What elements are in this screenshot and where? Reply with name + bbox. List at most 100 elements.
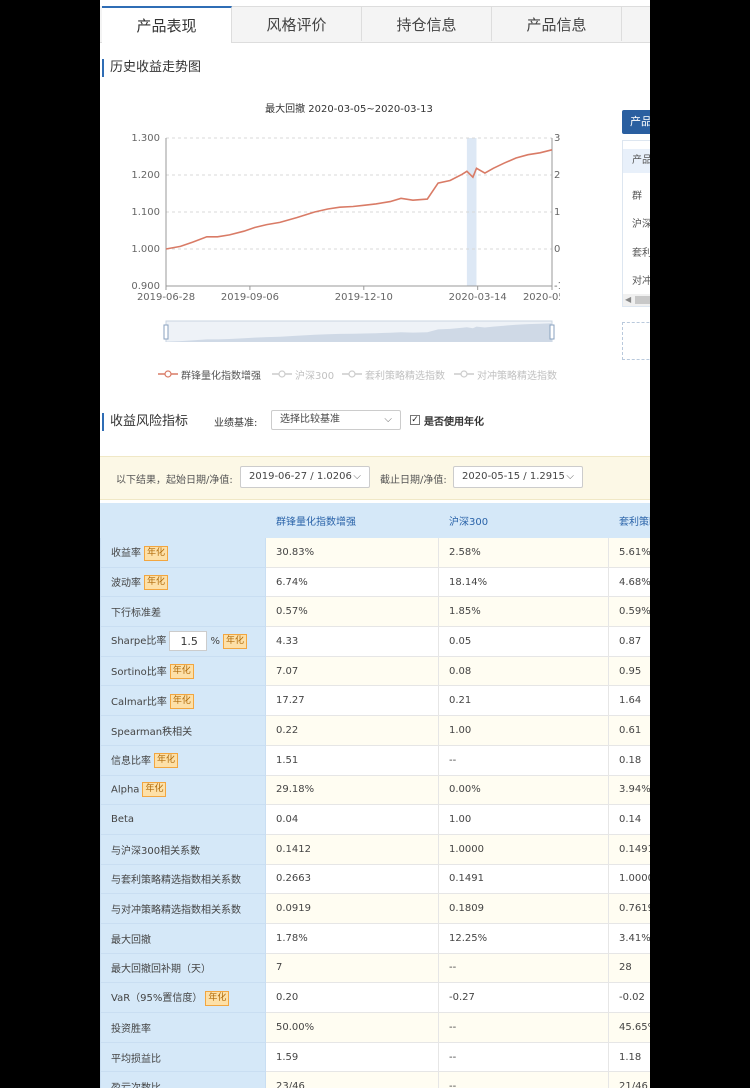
product-panel-dropzone[interactable]	[622, 322, 650, 360]
start-date-select[interactable]: 2019-06-27 / 1.0206 ⌵	[240, 466, 370, 488]
metric-value-cell: 4.33	[265, 626, 439, 657]
y-tick-label: 1.200	[131, 170, 160, 181]
metric-label: 与对冲策略精选指数相关系数	[111, 905, 241, 917]
table-row: 下行标准差 0.57% 1.85% 0.59%	[100, 596, 650, 628]
table-row: 与对冲策略精选指数相关系数 0.09190.18090.7619	[100, 893, 650, 924]
table-row: 盈亏次数比 23/46--21/46	[100, 1071, 650, 1088]
product-panel-item[interactable]: 群	[632, 187, 642, 202]
metric-value-cell: 1.51	[265, 744, 439, 776]
metric-value-cell: 0.59%	[608, 596, 650, 628]
x-tick-label: 2020-03-14	[449, 292, 507, 303]
end-date-select[interactable]: 2020-05-15 / 1.2915 ⌵	[453, 466, 583, 488]
annualized-tag[interactable]: 年化	[222, 633, 247, 649]
product-panel: 产品 群 沪深 套利 对冲 ◀	[622, 140, 650, 307]
annualized-tag[interactable]: 年化	[205, 990, 230, 1006]
table-row: Alpha 年化 29.18% 0.00% 3.94%	[100, 774, 650, 806]
table-row: VaR（95%置信度） 年化 0.20 -0.27 -0.02	[100, 982, 650, 1013]
annualized-tag[interactable]: 年化	[169, 694, 194, 710]
metric-value-cell: 28	[608, 952, 650, 984]
metric-value-cell: 0.57%	[265, 596, 439, 628]
metric-value-cell: 0.2663	[265, 863, 439, 895]
metric-label-cell: Sortino比率 年化	[100, 655, 266, 687]
scrollbar-thumb[interactable]	[635, 296, 650, 304]
product-panel-item[interactable]: 套利	[632, 244, 650, 259]
tab-style-evaluation[interactable]: 风格评价	[232, 6, 362, 41]
table-row: 与套利策略精选指数相关系数 0.26630.14911.0000	[100, 863, 650, 895]
tab-product-info[interactable]: 产品信息	[492, 6, 622, 41]
metric-label: 收益率	[111, 548, 141, 560]
y-tick-label: 0.900	[131, 281, 160, 292]
zoom-handle-left[interactable]	[163, 324, 169, 340]
metric-label: 下行标准差	[111, 608, 161, 620]
annualized-tag[interactable]: 年化	[169, 664, 194, 680]
metric-value-cell: 0.20	[265, 982, 439, 1013]
metric-value-cell: 0.0919	[265, 893, 439, 924]
metric-value-cell: 0.1491	[438, 863, 609, 895]
table-header-cell: 沪深300	[438, 503, 609, 538]
metric-value-cell: 0.61	[608, 715, 650, 746]
y-tick-label: 1.100	[131, 207, 160, 218]
y-tick-label: 1.300	[131, 133, 160, 144]
metric-value-cell: --	[438, 1041, 609, 1073]
metric-value-cell: 0.05	[438, 626, 609, 657]
metric-value-cell: 0.14	[608, 804, 650, 835]
tab-product-performance[interactable]: 产品表现	[102, 6, 232, 43]
product-panel-scrollbar[interactable]: ◀	[623, 294, 650, 306]
annualized-tag[interactable]: 年化	[144, 545, 169, 561]
scroll-left-icon[interactable]: ◀	[625, 294, 631, 306]
metric-label: 与套利策略精选指数相关系数	[111, 875, 241, 887]
metric-value-cell: 1.59	[265, 1041, 439, 1073]
x-tick-label: 2019-09-06	[221, 292, 279, 303]
date-range-bar: 以下结果，起始日期/净值: 2019-06-27 / 1.0206 ⌵ 截止日期…	[100, 456, 650, 500]
metric-value-cell: 1.85%	[438, 596, 609, 628]
metric-label: 与沪深300相关系数	[111, 845, 201, 857]
metric-label-cell: 信息比率 年化	[100, 744, 266, 776]
annualize-checkbox[interactable]: ✓	[410, 415, 420, 425]
table-row: Beta 0.04 1.00 0.14	[100, 804, 650, 835]
tab-more[interactable]	[622, 6, 650, 41]
table-header-cell: 套利策略	[608, 503, 650, 538]
y2-tick-label: 20.00%	[554, 170, 560, 181]
series-line-0	[165, 149, 553, 250]
annualized-tag[interactable]: 年化	[144, 575, 169, 591]
metric-label: 最大回撤回补期（天）	[111, 964, 211, 976]
metric-label: 平均损益比	[111, 1053, 161, 1065]
product-panel-item[interactable]: 对冲	[632, 272, 650, 287]
zoom-handle-right[interactable]	[549, 324, 555, 340]
table-row: 投资胜率 50.00%--45.65%	[100, 1012, 650, 1043]
metric-value-cell: 0.1809	[438, 893, 609, 924]
metric-value-cell: 1.00	[438, 804, 609, 835]
annualized-tag[interactable]: 年化	[142, 782, 167, 798]
metric-value-cell: 0.22	[265, 715, 439, 746]
legend-line-icon	[454, 370, 474, 378]
metric-value-cell: 18.14%	[438, 566, 609, 598]
metric-value-cell: 2.58%	[438, 537, 609, 568]
metric-label-cell: 下行标准差	[100, 596, 266, 628]
history-chart[interactable]: 最大回撤 2020-03-05~2020-03-13 0.900 -10.00% 1.…	[100, 92, 560, 342]
risk-free-rate-input[interactable]: 1.5	[169, 631, 208, 652]
x-tick-label: 2020-05-15	[523, 292, 560, 303]
metric-value-cell: 23/46	[265, 1071, 439, 1088]
table-header-cell: 群锋量化指数增强	[265, 503, 439, 538]
metric-value-cell: 0.95	[608, 655, 650, 687]
annualized-tag[interactable]: 年化	[154, 753, 179, 769]
product-panel-item[interactable]: 产品	[623, 149, 650, 173]
percent-unit: %	[210, 636, 220, 648]
metric-value-cell: 1.0000	[608, 863, 650, 895]
metric-label: Calmar比率	[111, 696, 167, 708]
table-row: 最大回撤 1.78% 12.25% 3.41%	[100, 922, 650, 954]
metric-value-cell: 5.61%	[608, 537, 650, 568]
legend-line-icon	[272, 370, 292, 378]
product-panel-button[interactable]: 产品	[622, 110, 650, 134]
metric-label-cell: 平均损益比	[100, 1041, 266, 1073]
tab-holdings[interactable]: 持仓信息	[362, 6, 492, 41]
metric-label: Alpha	[111, 784, 140, 796]
product-panel-item[interactable]: 沪深	[632, 215, 650, 230]
metric-label: 最大回撤	[111, 934, 151, 946]
benchmark-select[interactable]: 选择比较基准 ⌵	[271, 410, 401, 430]
table-row: 收益率 年化 30.83% 2.58% 5.61%	[100, 537, 650, 568]
chart-title: 最大回撤 2020-03-05~2020-03-13	[265, 102, 433, 115]
metric-value-cell: --	[438, 952, 609, 984]
metric-label: VaR（95%置信度）	[111, 993, 203, 1005]
chevron-down-icon: ⌵	[384, 414, 392, 425]
